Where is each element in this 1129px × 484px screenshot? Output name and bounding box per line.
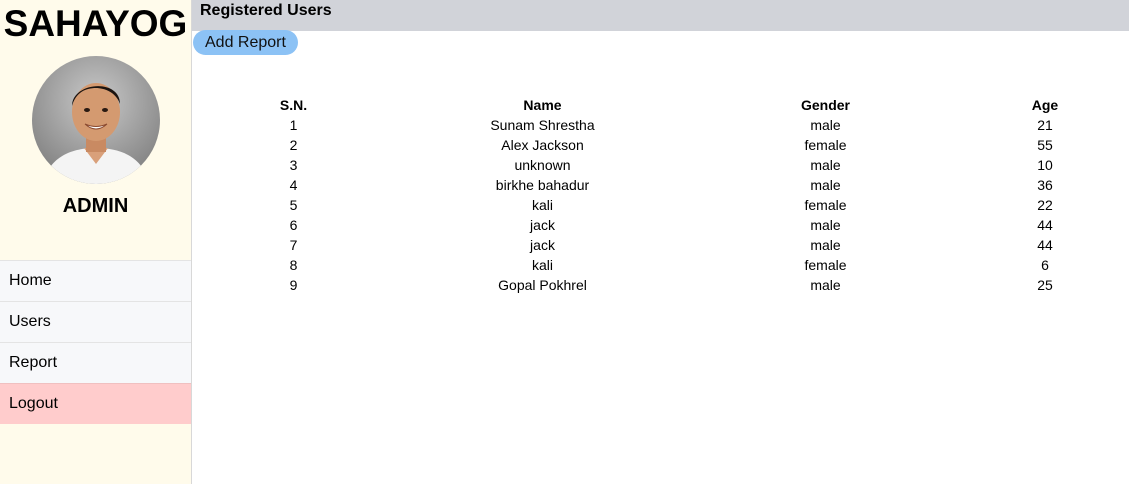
cell-gender: male [810,157,841,173]
table-header-row: S.N. Name Gender Age [192,95,1129,115]
cell-name: kali [531,197,553,213]
sidebar-item-home[interactable]: Home [0,260,191,301]
cell-name: kali [531,257,553,273]
sidebar-nav: Home Users Report Logout [0,260,191,424]
table-row: 6 jack male 44 [192,215,1129,235]
sidebar-item-logout[interactable]: Logout [0,383,191,424]
users-table: S.N. Name Gender Age 1 Sunam Shrestha ma… [192,95,1129,295]
cell-name: Gopal Pokhrel [498,277,587,293]
brand-title: SAHAYOG [3,3,188,44]
column-header-gender: Gender [800,97,850,113]
column-header-sn: S.N. [279,97,308,113]
cell-name: birkhe bahadur [495,177,590,193]
cell-sn: 5 [289,197,298,213]
cell-gender: male [810,277,841,293]
page-title: Registered Users [200,2,332,19]
sidebar-item-report[interactable]: Report [0,342,191,383]
table-row: 7 jack male 44 [192,235,1129,255]
cell-gender: female [804,137,847,153]
cell-age: 36 [1037,177,1053,193]
cell-gender: male [810,237,841,253]
cell-sn: 4 [289,177,298,193]
cell-gender: female [804,197,847,213]
cell-sn: 3 [289,157,298,173]
cell-gender: female [804,257,847,273]
sidebar-item-users[interactable]: Users [0,301,191,342]
cell-age: 22 [1037,197,1053,213]
cell-age: 6 [1041,257,1049,273]
table-row: 5 kali female 22 [192,195,1129,215]
cell-name: Sunam Shrestha [490,117,595,133]
add-report-button[interactable]: Add Report [193,30,298,55]
table-row: 3 unknown male 10 [192,155,1129,175]
column-header-age: Age [1031,97,1059,113]
cell-gender: male [810,217,841,233]
cell-name: unknown [514,157,571,173]
cell-sn: 6 [289,217,298,233]
table-row: 1 Sunam Shrestha male 21 [192,115,1129,135]
table-row: 9 Gopal Pokhrel male 25 [192,275,1129,295]
table-row: 8 kali female 6 [192,255,1129,275]
header-bar: Registered Users [192,0,1129,31]
cell-gender: male [810,117,841,133]
cell-sn: 9 [289,277,298,293]
cell-name: jack [530,237,555,253]
cell-age: 10 [1037,157,1053,173]
sidebar: SAHAYOG ADMIN Home Users Report Logout [0,0,192,484]
cell-age: 21 [1037,117,1053,133]
cell-name: jack [530,217,555,233]
cell-sn: 1 [289,117,298,133]
cell-sn: 7 [289,237,298,253]
cell-age: 55 [1037,137,1053,153]
cell-gender: male [810,177,841,193]
page: SAHAYOG ADMIN Home Users Report Logout R… [0,0,1129,484]
table-row: 4 birkhe bahadur male 36 [192,175,1129,195]
user-avatar-icon [32,56,160,184]
cell-age: 44 [1037,217,1053,233]
cell-sn: 8 [289,257,298,273]
table-header: S.N. Name Gender Age [192,95,1129,115]
cell-sn: 2 [289,137,298,153]
cell-age: 25 [1037,277,1053,293]
cell-age: 44 [1037,237,1053,253]
table-body: 1 Sunam Shrestha male 21 2 Alex Jackson … [192,115,1129,295]
column-header-name: Name [523,97,562,113]
cell-name: Alex Jackson [501,137,584,153]
table-row: 2 Alex Jackson female 55 [192,135,1129,155]
user-role-label: ADMIN [62,195,129,217]
